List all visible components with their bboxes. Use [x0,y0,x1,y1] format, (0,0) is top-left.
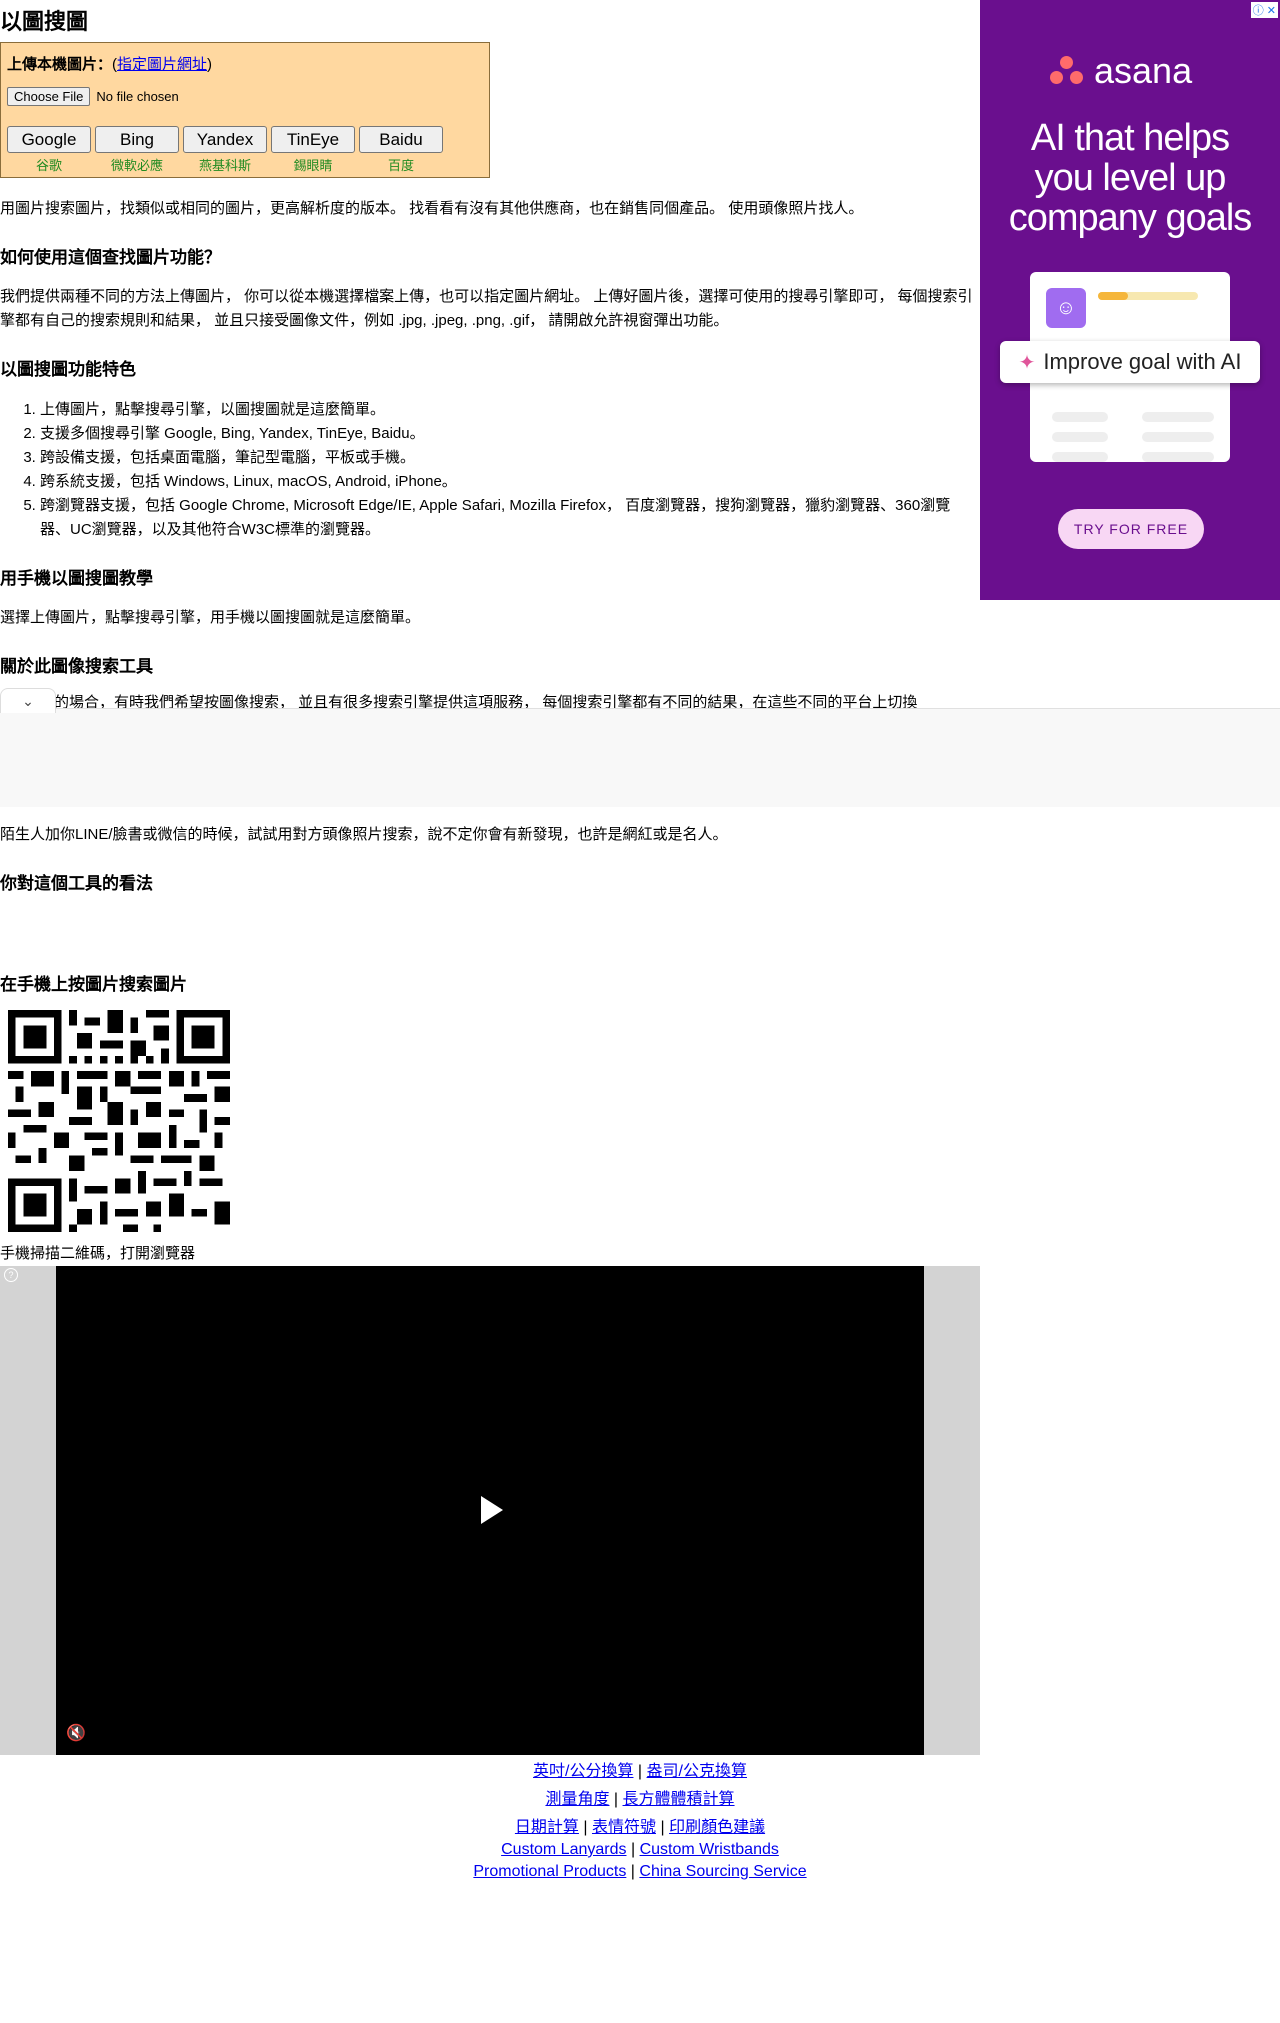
footer-link[interactable]: Custom Wristbands [640,1841,779,1858]
file-status: No file chosen [96,89,179,104]
ad-banner[interactable]: ⓘ ✕ asana AI that helps you level up com… [980,0,1280,600]
list-item: 支援多個搜尋引擎 Google, Bing, Yandex, TinEye, B… [40,422,980,446]
about-text-clip: 的場合，有時我們希望按圖像搜索， 並且有很多搜索引擎提供這項服務， 每個搜索引擎… [0,694,980,708]
stranger-text: 陌生人加你LINE/臉書或微信的時候，試試用對方頭像照片搜索，說不定你會有新發現… [0,826,728,843]
upload-panel: 上傳本機圖片：(指定圖片網址) Choose File No file chos… [0,42,490,178]
engine-cn-label: 錫眼睛 [293,158,333,173]
ad-close-icon[interactable]: ⓘ ✕ [1250,2,1278,18]
search-engine-buttons: Google 谷歌 Bing 微軟必應 Yandex 燕基科斯 TinEye 錫… [7,126,443,174]
list-item: 跨瀏覽器支援，包括 Google Chrome, Microsoft Edge/… [40,494,980,542]
footer-link[interactable]: China Sourcing Service [639,1863,806,1880]
image-url-link[interactable]: 指定圖片網址 [117,56,207,73]
footer-link[interactable]: Custom Lanyards [501,1841,626,1858]
engine-bing: Bing 微軟必應 [95,126,179,174]
about-text: 的場合，有時我們希望按圖像搜索， 並且有很多搜索引擎提供這項服務， 每個搜索引擎… [54,694,918,708]
footer-links: 英吋/公分換算 | 盎司/公克換算 測量角度 | 長方體體積計算 日期計算 | … [0,1761,1280,1883]
upload-label: 上傳本機圖片：(指定圖片網址) [7,56,213,73]
asana-logo: asana [1050,50,1192,92]
play-icon[interactable] [481,1496,503,1524]
ad-headline: AI that helps you level up company goals [1008,117,1253,239]
chevron-down-icon[interactable]: ⌄ [0,688,56,713]
footer-row: Custom Lanyards | Custom Wristbands [501,1841,779,1858]
mobile-text: 選擇上傳圖片，點擊搜尋引擎，用手機以圖搜圖就是這麼簡單。 [0,609,421,626]
muted-speaker-icon[interactable]: 🔇 [66,1723,86,1743]
choose-file-button[interactable]: Choose File [7,87,91,106]
footer-row: 測量角度 | 長方體體積計算 [545,1791,735,1808]
footer-row: Promotional Products | China Sourcing Se… [473,1863,807,1880]
engine-cn-label: 谷歌 [35,158,62,173]
footer-link[interactable]: 日期計算 [515,1819,579,1836]
opinion-heading: 你對這個工具的看法 [0,874,153,893]
progress-bar [1098,292,1198,300]
user-icon: ☺ [1046,288,1086,328]
ad-feature-pill: ✦ Improve goal with AI [1000,341,1260,383]
list-item: 跨系統支援，包括 Windows, Linux, macOS, Android,… [40,470,980,494]
features-list: 上傳圖片，點擊搜尋引擎，以圖搜圖就是這麼簡單。 支援多個搜尋引擎 Google,… [0,398,980,542]
engine-cn-label: 百度 [387,158,414,173]
how-text: 我們提供兩種不同的方法上傳圖片， 你可以從本機選擇檔案上傳，也可以指定圖片網址。… [0,288,973,329]
footer-row: 日期計算 | 表情符號 | 印刷顏色建議 [514,1819,766,1836]
engine-baidu: Baidu 百度 [359,126,443,174]
footer-link[interactable]: 英吋/公分換算 [533,1763,633,1780]
intro-text: 用圖片搜索圖片，找類似或相同的圖片，更高解析度的版本。 找看看有沒有其他供應商，… [0,200,864,217]
footer-link[interactable]: 長方體體積計算 [623,1791,735,1808]
engine-cn-label: 微軟必應 [110,158,163,173]
page-title: 以圖搜圖 [0,9,89,34]
engine-tineye: TinEye 錫眼睛 [271,126,355,174]
qr-code-image [8,1010,230,1232]
try-for-free-button[interactable]: TRY FOR FREE [1058,509,1204,549]
about-heading: 關於此圖像搜索工具 [0,657,153,676]
footer-link[interactable]: 表情符號 [592,1819,656,1836]
sparkle-icon: ✦ [1018,351,1036,374]
sticky-ad-bar [0,708,1280,807]
list-item: 上傳圖片，點擊搜尋引擎，以圖搜圖就是這麼簡單。 [40,398,980,422]
how-heading: 如何使用這個查找圖片功能？ [0,248,221,267]
list-item: 跨設備支援，包括桌面電腦，筆記型電腦，平板或手機。 [40,446,980,470]
footer-link[interactable]: 印刷顏色建議 [669,1819,765,1836]
baidu-button[interactable]: Baidu [359,126,443,153]
footer-link[interactable]: 盎司/公克換算 [647,1763,747,1780]
engine-cn-label: 燕基科斯 [198,158,251,173]
footer-row: 英吋/公分換算 | 盎司/公克換算 [533,1763,747,1780]
mobile-heading: 用手機以圖搜圖教學 [0,569,153,588]
engine-yandex: Yandex 燕基科斯 [183,126,267,174]
qr-caption: 手機掃描二維碼，打開瀏覽器 [0,1245,196,1262]
yandex-button[interactable]: Yandex [183,126,267,153]
features-heading: 以圖搜圖功能特色 [0,360,136,379]
tineye-button[interactable]: TinEye [271,126,355,153]
video-player[interactable]: 🔇 [56,1266,924,1755]
qr-heading: 在手機上按圖片搜索圖片 [0,975,187,994]
file-input[interactable]: Choose File No file chosen [7,87,179,106]
asana-dots-icon [1050,56,1084,86]
help-icon[interactable]: ? [4,1268,18,1282]
google-button[interactable]: Google [7,126,91,153]
video-ad-container: ? 🔇 [0,1266,980,1755]
footer-link[interactable]: Promotional Products [473,1863,626,1880]
engine-google: Google 谷歌 [7,126,91,174]
footer-link[interactable]: 測量角度 [545,1791,609,1808]
bing-button[interactable]: Bing [95,126,179,153]
